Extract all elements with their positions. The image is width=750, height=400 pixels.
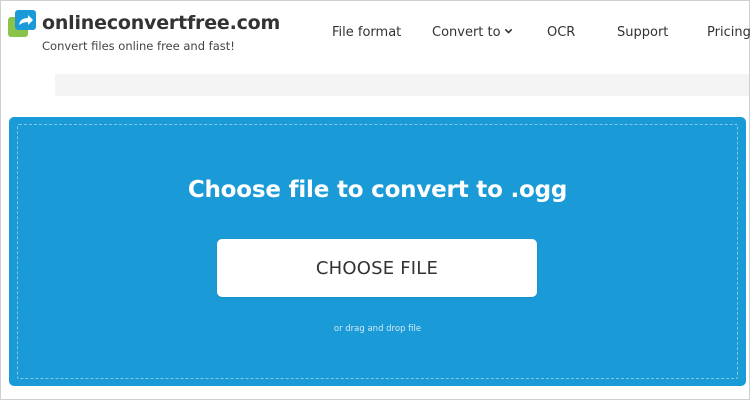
nav-item-file-format[interactable]: File format	[332, 25, 401, 40]
chevron-down-icon	[504, 29, 512, 34]
upload-title: Choose file to convert to .ogg	[187, 177, 568, 203]
choose-file-button[interactable]: CHOOSE FILE	[217, 239, 537, 297]
nav-item-label: Convert to	[432, 25, 501, 40]
nav-item-label: Pricing	[707, 25, 750, 40]
nav-item-ocr[interactable]: OCR	[547, 25, 575, 40]
drag-drop-hint: or drag and drop file	[333, 324, 422, 334]
sub-navigation-bar	[55, 74, 749, 96]
nav-item-label: File format	[332, 25, 402, 40]
choose-file-label: CHOOSE FILE	[315, 257, 439, 279]
brand-name[interactable]: onlineconvertfree.com	[42, 12, 280, 34]
nav-item-support[interactable]: Support	[617, 25, 668, 40]
nav-item-label: Support	[617, 25, 669, 40]
converter-arrow-logo-icon[interactable]	[8, 10, 36, 38]
upload-panel[interactable]: Choose file to convert to .ogg CHOOSE FI…	[9, 117, 746, 386]
nav-item-pricing[interactable]: Pricing	[707, 25, 750, 40]
site-header: onlineconvertfree.com Convert files onli…	[1, 1, 750, 63]
nav-item-convert-to[interactable]: Convert to	[432, 25, 512, 40]
nav-item-label: OCR	[547, 25, 576, 40]
brand-tagline: Convert files online free and fast!	[42, 39, 235, 53]
